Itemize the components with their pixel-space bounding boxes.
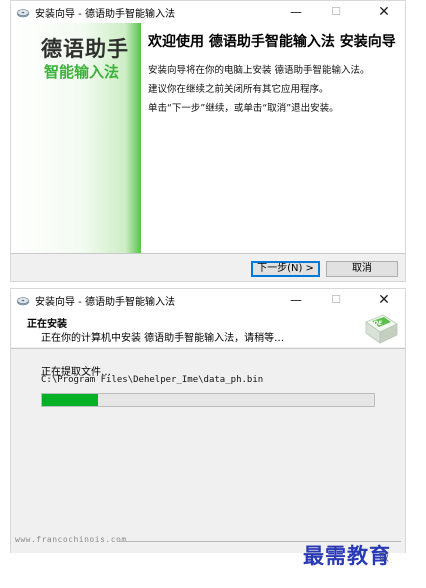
install-header: 正在安装 正在你的计算机中安装 德语助手智能输入法，请稍等… DE: [11, 311, 405, 347]
maximize-icon[interactable]: ☐: [319, 1, 353, 23]
maximize-icon[interactable]: ☐: [319, 289, 353, 311]
close-icon[interactable]: ✕: [367, 1, 401, 23]
installing-window: 安装向导 - 德语助手智能输入法 — ☐ ✕ 正在安装 正在你的计算机中安装 德…: [10, 288, 406, 564]
wizard-side-banner: 德语助手 智能输入法: [11, 23, 141, 253]
welcome-line-3: 单击“下一步”继续，或单击“取消”退出安装。: [148, 103, 339, 114]
cancel-button[interactable]: 取消: [326, 261, 398, 277]
window-title: 安装向导 - 德语助手智能输入法: [35, 9, 175, 20]
welcome-body: 德语助手 智能输入法 欢迎使用 德语助手智能输入法 安装向导 安装向导将在你的电…: [11, 23, 405, 253]
branding-footer: www.francochinois.com: [15, 535, 127, 544]
install-subheading: 正在你的计算机中安装 德语助手智能输入法，请稍等…: [41, 333, 285, 344]
title-bar[interactable]: 安装向导 - 德语助手智能输入法 — ☐ ✕: [11, 289, 405, 311]
logo-subtitle: 智能输入法: [44, 63, 120, 81]
minimize-icon[interactable]: —: [279, 289, 313, 311]
setup-disk-icon: [17, 9, 29, 18]
window-title: 安装向导 - 德语助手智能输入法: [35, 297, 175, 308]
progress-fill: [42, 394, 99, 406]
welcome-heading: 欢迎使用 德语助手智能输入法 安装向导: [148, 34, 396, 50]
title-bar[interactable]: 安装向导 - 德语助手智能输入法 — ☐ ✕: [11, 1, 405, 23]
welcome-window: 安装向导 - 德语助手智能输入法 — ☐ ✕ 德语助手 智能输入法 欢迎使用 德…: [10, 0, 406, 282]
install-heading: 正在安装: [27, 319, 67, 330]
next-button[interactable]: 下一步(N) >: [251, 261, 320, 277]
divider: [11, 348, 405, 349]
setup-disk-icon: [17, 297, 29, 306]
minimize-icon[interactable]: —: [279, 1, 313, 23]
de-key-label: DE: [372, 320, 383, 327]
divider: [11, 253, 405, 254]
welcome-line-2: 建议你在继续之前关闭所有其它应用程序。: [148, 84, 329, 95]
close-icon[interactable]: ✕: [367, 289, 401, 311]
welcome-line-1: 安装向导将在你的电脑上安装 德语助手智能输入法。: [148, 65, 370, 76]
watermark-text: 最需教育: [303, 543, 391, 568]
install-progress-bar: [41, 393, 375, 407]
de-key-icon: DE: [365, 314, 398, 344]
file-path-text: C:\Program Files\Dehelper_Ime\data_ph.bi…: [41, 375, 264, 385]
logo-title: 德语助手: [41, 37, 129, 61]
welcome-content: 欢迎使用 德语助手智能输入法 安装向导 安装向导将在你的电脑上安装 德语助手智能…: [148, 23, 405, 253]
